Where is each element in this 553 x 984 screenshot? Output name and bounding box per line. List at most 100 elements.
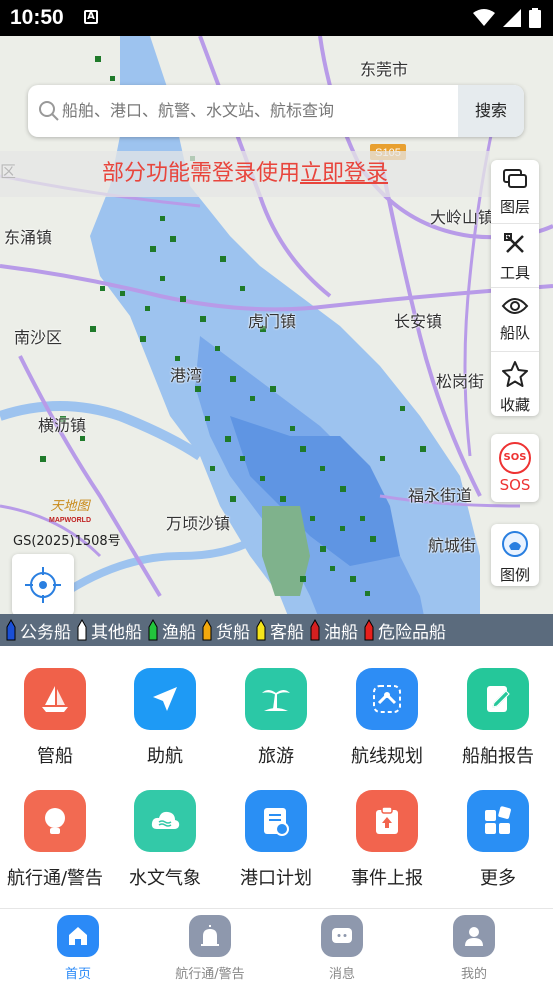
sos-button[interactable]: SOS SOS	[491, 434, 539, 502]
route-icon	[373, 685, 401, 713]
login-link[interactable]: 立即登录	[300, 161, 388, 186]
alarm-icon	[189, 915, 231, 957]
route-tile	[356, 668, 418, 730]
message-icon	[321, 915, 363, 957]
ship-marker-icon	[202, 619, 212, 641]
screen: 10:50 A 东莞市 东涌镇 大岭山镇 南沙区 虎门镇 长安镇 港湾 松岗街 …	[0, 0, 553, 984]
map-tool-panel: 图层 工具 船队 收藏	[491, 160, 539, 416]
home-icon	[57, 915, 99, 957]
map-label-nansha: 南沙区	[14, 328, 63, 347]
weather-tile	[134, 790, 196, 852]
tourism-button[interactable]: 旅游	[221, 668, 331, 768]
favorites-label: 收藏	[499, 396, 530, 414]
login-banner: 部分功能需登录使用立即登录	[0, 151, 490, 197]
palm-tree-tile	[245, 668, 307, 730]
search-bar[interactable]: 船舶、港口、航警、水文站、航标查询 搜索	[28, 85, 524, 137]
map-label-dalingshan: 大岭山镇	[430, 208, 495, 227]
wifi-icon	[473, 9, 495, 26]
map-label-dongyong: 东涌镇	[4, 228, 53, 247]
eye-icon	[501, 298, 529, 314]
search-button[interactable]: 搜索	[458, 85, 524, 137]
function-label: 助航	[147, 746, 183, 767]
login-banner-text: 部分功能需登录使用	[101, 161, 300, 186]
ship-marker-icon	[256, 619, 266, 641]
weather-icon	[151, 811, 180, 829]
map-label-fuyong: 福永街道	[408, 486, 473, 505]
map-view[interactable]: S105 东莞市 区 东涌镇 大岭山镇 南沙区 虎门镇 长安镇 港湾 松岗街 横…	[0, 36, 553, 646]
search-icon	[39, 101, 59, 121]
ship-marker-icon	[77, 619, 87, 641]
sos-label: SOS	[499, 476, 531, 494]
nav-messages[interactable]: 消息	[287, 915, 397, 982]
gs-number: GS(2025)1508号	[13, 534, 121, 549]
locate-icon	[25, 567, 61, 603]
favorites-button[interactable]: 收藏	[491, 352, 539, 416]
status-bar: 10:50 A	[0, 0, 553, 36]
port-plan-tile	[245, 790, 307, 852]
function-row-2: 航行通/警告 水文气象 港口计划 事件上报 更多	[0, 790, 553, 908]
tools-label: 工具	[499, 264, 530, 282]
bulb-icon	[45, 808, 65, 834]
event-report-button[interactable]: 事件上报	[332, 790, 442, 890]
navigate-button[interactable]: 助航	[110, 668, 220, 768]
map-label-hangcheng: 航城街	[428, 536, 477, 555]
map-label-songgang: 松岗街	[436, 372, 485, 391]
function-label: 更多	[480, 868, 516, 889]
bulb-tile	[24, 790, 86, 852]
nav-profile[interactable]: 我的	[419, 915, 529, 982]
function-label: 航线规划	[351, 746, 423, 767]
ship-legend-item: 渔船	[148, 618, 196, 643]
nav-home-label: 首页	[64, 967, 91, 982]
port-plan-button[interactable]: 港口计划	[221, 790, 331, 890]
legend-icon	[502, 531, 528, 557]
layers-label: 图层	[499, 198, 530, 216]
status-time: 10:50	[10, 6, 64, 29]
bottom-nav: 首页 航行通/警告 消息 我的	[0, 908, 553, 984]
tools-icon	[504, 233, 524, 253]
star-icon	[502, 361, 528, 387]
legend-button[interactable]: 图例	[491, 524, 539, 586]
more-tile	[467, 790, 529, 852]
more-button[interactable]: 更多	[443, 790, 553, 890]
ship-legend-item: 公务船	[6, 618, 71, 643]
search-input[interactable]: 船舶、港口、航警、水文站、航标查询	[62, 85, 334, 137]
ship-report-button[interactable]: 船舶报告	[443, 668, 553, 768]
navigate-tile	[134, 668, 196, 730]
tools-button[interactable]: 工具	[491, 224, 539, 288]
ship-marker-icon	[310, 619, 320, 641]
ship-legend-bar: 公务船 其他船 渔船 货船 客船 油船 危险品船	[0, 614, 553, 646]
a-icon: A	[84, 10, 98, 24]
ship-marker-icon	[6, 619, 16, 641]
nav-notice-warning-label: 航行通/警告	[175, 967, 245, 982]
battery-icon	[529, 8, 541, 28]
function-label: 旅游	[258, 746, 294, 767]
layers-icon	[503, 169, 527, 188]
locate-button[interactable]	[12, 554, 74, 616]
user-icon	[453, 915, 495, 957]
notice-warning-button[interactable]: 航行通/警告	[0, 790, 110, 890]
function-label: 航行通/警告	[6, 868, 104, 889]
manage-ship-button[interactable]: 管船	[0, 668, 110, 768]
sos-badge: SOS	[499, 442, 531, 474]
nav-home[interactable]: 首页	[23, 915, 133, 982]
function-label: 水文气象	[129, 868, 201, 889]
hydro-weather-button[interactable]: 水文气象	[110, 790, 220, 890]
navigate-icon	[153, 687, 177, 711]
nav-messages-label: 消息	[328, 967, 355, 982]
fleet-button[interactable]: 船队	[491, 288, 539, 352]
function-row-1: 管船 助航 旅游 航线规划 船舶报告	[0, 668, 553, 786]
map-label-humen: 虎门镇	[248, 312, 297, 331]
ship-marker-icon	[148, 619, 158, 641]
sailboat-icon	[42, 686, 68, 712]
ship-legend-item: 客船	[256, 618, 304, 643]
nav-notice-warning[interactable]: 航行通/警告	[155, 915, 265, 982]
palm-tree-icon	[262, 690, 290, 711]
ship-legend-item: 其他船	[77, 618, 142, 643]
more-icon	[485, 806, 511, 834]
layers-button[interactable]: 图层	[491, 160, 539, 224]
route-plan-button[interactable]: 航线规划	[332, 668, 442, 768]
legend-label: 图例	[499, 566, 530, 584]
report-icon	[487, 686, 510, 712]
function-label: 港口计划	[240, 868, 312, 889]
signal-icon	[503, 9, 521, 27]
